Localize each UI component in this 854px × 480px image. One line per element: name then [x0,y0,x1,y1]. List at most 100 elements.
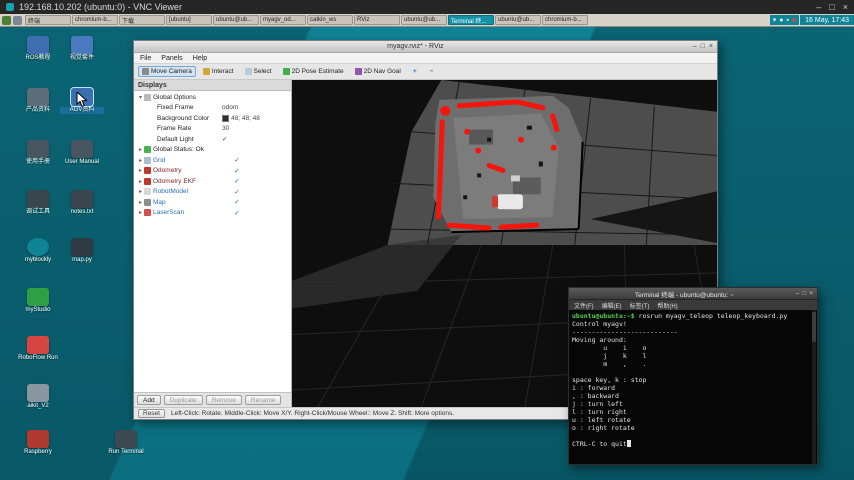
desktop-icon[interactable]: RoboFlow Run [16,336,60,362]
remove-display-button[interactable]: Remove [205,395,242,405]
taskbar-window-button[interactable]: chromium-b... [72,15,118,25]
taskbar-window-button[interactable]: RViz [354,15,400,25]
taskbar-window-button[interactable]: ubuntu@ub... [401,15,447,25]
desktop-icon[interactable]: 使用手册 [16,140,60,166]
menu-tabs[interactable]: 标签(T) [630,301,650,310]
tool-2d-nav-goal[interactable]: 2D Nav Goal [351,66,405,77]
display-value[interactable]: 48; 48; 48 [222,114,260,122]
network-icon[interactable]: ▾ [773,16,777,24]
menu-edit[interactable]: 编辑(E) [602,301,622,310]
display-checkbox[interactable]: ✓ [234,167,240,175]
desktop-icon[interactable]: 视觉套件 [60,36,104,62]
rename-display-button[interactable]: Rename [244,395,282,405]
close-button[interactable]: × [843,2,848,12]
display-row[interactable]: Fixed Frame odom [134,103,291,114]
add-tool-button[interactable]: + [408,66,422,77]
desktop-icon[interactable]: User Manual [60,140,104,166]
display-value[interactable]: ✓ [222,135,227,143]
display-row[interactable]: Frame Rate 30 [134,124,291,135]
maximize-button[interactable]: □ [829,2,834,12]
display-checkbox[interactable]: ✓ [234,177,240,185]
expander-icon[interactable]: ▸ [137,188,144,195]
desktop-icon[interactable]: map.py [60,238,104,264]
display-row[interactable]: ▸ Grid ✓ [134,155,291,166]
display-checkbox[interactable]: ✓ [234,209,240,217]
tool-move-camera[interactable]: Move Camera [138,66,196,77]
maximize-button[interactable]: □ [802,290,806,297]
close-button[interactable]: × [809,290,813,297]
reset-button[interactable]: Reset [138,409,165,418]
show-desktop-icon[interactable] [13,15,22,25]
taskbar-clock[interactable]: 16 May, 17:43 [800,15,854,25]
expander-icon[interactable]: ▸ [137,146,144,153]
add-display-button[interactable]: Add [137,395,161,405]
tool-select[interactable]: Select [241,66,276,77]
display-row[interactable]: ▾ Global Options [134,92,291,103]
taskbar-window-button[interactable]: 下载 [119,15,165,25]
tool-2d-pose-estimate[interactable]: 2D Pose Estimate [279,66,348,77]
display-row[interactable]: ▸ LaserScan ✓ [134,208,291,219]
taskbar-window-button[interactable]: [ubuntu] [166,15,212,25]
expander-icon[interactable]: ▸ [137,178,144,185]
desktop-icon[interactable]: 调试工具 [16,190,60,216]
taskbar-window-button[interactable]: myagv_od... [260,15,306,25]
display-checkbox[interactable]: ✓ [234,156,240,164]
rviz-titlebar[interactable]: myagv.rviz* - RViz – □ × [134,41,717,53]
desktop-icon[interactable]: aikit_V2 [16,384,60,410]
duplicate-display-button[interactable]: Duplicate [163,395,203,405]
desktop-icon[interactable]: myStudio [16,288,60,314]
expander-icon[interactable]: ▾ [137,94,144,101]
applications-menu-icon[interactable] [2,15,11,25]
terminal-titlebar[interactable]: Terminal 终端 - ubuntu@ubuntu: ~ – □ × [569,288,817,300]
desktop-icon[interactable]: notes.txt [60,190,104,216]
display-checkbox[interactable]: ✓ [234,198,240,206]
display-value[interactable]: odom [222,104,238,111]
tool-interact[interactable]: Interact [199,66,238,77]
vnc-app-icon [6,3,14,11]
taskbar-window-button[interactable]: ubuntu@ub... [213,15,259,25]
terminal-scrollbar[interactable] [812,310,816,464]
taskbar-window-button[interactable]: chromium-b... [542,15,588,25]
record-icon[interactable]: ■ [792,17,796,24]
display-row[interactable]: Default Light ✓ [134,134,291,145]
terminal-content[interactable]: ubuntu@ubuntu:~$ rosrun myagv_teleop tel… [569,310,817,464]
notification-icon[interactable]: ▪ [786,17,788,24]
display-row[interactable]: ▸ RobotModel ✓ [134,187,291,198]
expander-icon[interactable]: ▸ [137,199,144,206]
display-row[interactable]: ▸ Map ✓ [134,197,291,208]
remove-tool-button[interactable]: − [425,66,439,77]
menu-help[interactable]: Help [193,55,207,62]
taskbar-window-label: 终端 [28,18,41,25]
volume-icon[interactable]: ● [779,17,783,24]
display-row[interactable]: Background Color 48; 48; 48 [134,113,291,124]
taskbar-window-button[interactable]: 终端 [25,15,71,25]
display-row[interactable]: ▸ Odometry ✓ [134,166,291,177]
desktop-icon[interactable]: Run Terminal [104,430,148,456]
menu-help[interactable]: 帮助(H) [657,301,677,310]
taskbar-window-button[interactable]: ubuntu@ub... [495,15,541,25]
taskbar-window-button[interactable]: catkin_ws [307,15,353,25]
display-row[interactable]: ▸ Odometry EKF ✓ [134,176,291,187]
display-value[interactable]: 30 [222,125,229,132]
menu-file[interactable]: File [140,55,151,62]
expander-icon[interactable]: ▸ [137,167,144,174]
menu-file[interactable]: 文件(F) [574,301,594,310]
minimize-button[interactable]: – [816,2,821,12]
desktop-icon[interactable]: myblockly [16,238,60,264]
desktop-icon[interactable]: Raspberry [16,430,60,456]
close-button[interactable]: × [709,43,713,50]
taskbar-window-button[interactable]: Terminal 终... [448,15,494,25]
minimize-button[interactable]: – [796,290,800,297]
mouse-cursor [76,92,88,108]
menu-panels[interactable]: Panels [161,55,182,62]
expander-icon[interactable]: ▸ [137,209,144,216]
desktop-icon[interactable]: 产品资料 [16,88,60,114]
display-checkbox[interactable]: ✓ [234,188,240,196]
display-row[interactable]: ▸ Global Status: Ok [134,145,291,156]
desktop-icon-label: AGV资料 [60,107,104,114]
desktop-icon[interactable]: ROS教程 [16,36,60,62]
minimize-button[interactable]: – [693,43,697,50]
terminal-line [572,432,809,440]
expander-icon[interactable]: ▸ [137,157,144,164]
maximize-button[interactable]: □ [701,43,705,50]
